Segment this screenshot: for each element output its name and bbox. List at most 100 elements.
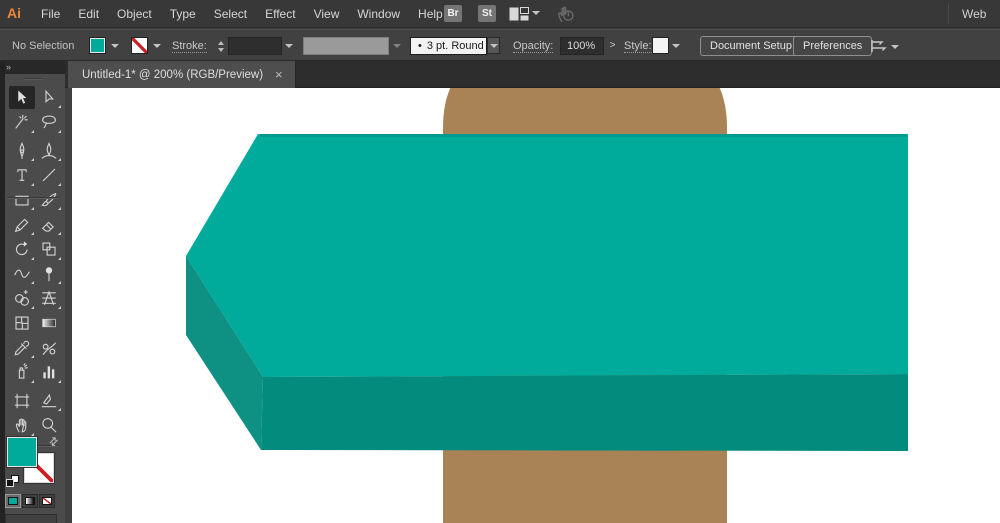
menu-object[interactable]: Object <box>108 0 161 28</box>
mesh-icon <box>15 316 29 330</box>
document-tab[interactable]: Untitled-1* @ 200% (RGB/Preview) × <box>68 61 296 88</box>
lasso-tool[interactable] <box>36 111 62 134</box>
artboard-tool[interactable] <box>9 389 35 412</box>
tools-panel-grip[interactable] <box>24 78 42 80</box>
tools-panel-header[interactable]: » <box>0 61 65 74</box>
mesh-tool[interactable] <box>9 311 35 334</box>
brush-definition-field <box>303 37 389 55</box>
variable-width-profile-chevron[interactable] <box>487 37 500 54</box>
selection-tool[interactable] <box>9 86 35 109</box>
flyout-indicator <box>31 182 34 186</box>
color-mode-button[interactable] <box>5 494 21 508</box>
puppet-warp-tool[interactable] <box>36 262 62 285</box>
fill-color-swatch[interactable] <box>89 37 106 54</box>
rotate-tool[interactable] <box>9 238 35 261</box>
tab-bar: Untitled-1* @ 200% (RGB/Preview) × <box>65 61 1000 88</box>
hand-tool[interactable] <box>9 414 35 437</box>
flyout-indicator <box>31 379 34 383</box>
magic-wand-tool[interactable] <box>9 111 35 134</box>
menu-edit[interactable]: Edit <box>69 0 108 28</box>
flyout-indicator <box>58 379 61 383</box>
rectangle-tool[interactable] <box>9 188 35 211</box>
paintbrush-tool[interactable] <box>36 188 62 211</box>
document-setup-button[interactable]: Document Setup <box>700 36 802 56</box>
menu-effect[interactable]: Effect <box>256 0 304 28</box>
brushes-panel-button[interactable]: Br <box>444 5 462 22</box>
fill-color-chevron[interactable] <box>108 37 121 54</box>
draw-modes-strip[interactable] <box>5 514 57 523</box>
menu-window[interactable]: Window <box>348 0 409 28</box>
curvature-icon <box>41 141 57 159</box>
column-graph-tool[interactable] <box>36 361 62 384</box>
menu-view[interactable]: View <box>305 0 349 28</box>
gradient-icon <box>42 318 56 328</box>
default-fill-stroke-icon[interactable] <box>6 479 14 487</box>
workspace-switcher[interactable]: Web <box>962 7 986 21</box>
collapse-panel-icon[interactable]: » <box>6 62 11 72</box>
touch-workspace-icon[interactable] <box>554 4 576 24</box>
style-chevron[interactable] <box>669 37 682 54</box>
preferences-button[interactable]: Preferences <box>793 36 873 56</box>
graphic-styles-panel-button[interactable]: St <box>478 5 496 22</box>
menu-file[interactable]: File <box>32 0 69 28</box>
width-tool[interactable] <box>9 262 35 285</box>
align-chevron[interactable] <box>891 45 899 49</box>
type-tool[interactable] <box>9 164 35 187</box>
pencil-tool[interactable] <box>9 213 35 236</box>
curvature-tool[interactable] <box>36 139 62 162</box>
menu-type[interactable]: Type <box>161 0 205 28</box>
zoom-icon <box>42 418 57 433</box>
stroke-weight-stepper[interactable] <box>215 37 226 55</box>
style-label[interactable]: Style: <box>624 40 652 53</box>
zoom-tool[interactable] <box>36 414 62 437</box>
gradient-mode-swatch <box>25 497 35 505</box>
eyedropper-tool[interactable] <box>9 336 35 359</box>
stroke-color-swatch[interactable] <box>131 37 148 54</box>
direct-selection-tool[interactable] <box>36 86 62 109</box>
gradient-mode-button[interactable] <box>22 494 38 508</box>
blend-icon <box>42 342 56 355</box>
eraser-tool[interactable] <box>36 213 62 236</box>
fill-indicator[interactable] <box>7 437 37 467</box>
selection-icon <box>18 90 27 104</box>
flyout-indicator <box>58 207 61 211</box>
opacity-field[interactable]: 100% <box>560 37 604 55</box>
menu-bar: Ai File Edit Object Type Select Effect View Win… <box>0 0 1000 28</box>
stroke-weight-chevron[interactable] <box>282 37 295 54</box>
slice-tool[interactable] <box>36 389 62 412</box>
line-segment-tool[interactable] <box>36 164 62 187</box>
variable-width-profile-field[interactable]: • 3 pt. Round <box>410 37 487 55</box>
color-mode-swatch <box>8 497 18 505</box>
document-canvas[interactable] <box>65 88 1000 523</box>
gradient-tool[interactable] <box>36 311 62 334</box>
tool-group-divider <box>7 197 59 199</box>
tab-close-icon[interactable]: × <box>275 68 283 81</box>
stroke-label[interactable]: Stroke: <box>172 40 207 53</box>
style-swatch[interactable] <box>652 37 669 54</box>
flyout-indicator <box>31 129 34 133</box>
blend-tool[interactable] <box>36 336 62 359</box>
pen-tool[interactable] <box>9 139 35 162</box>
stroke-color-chevron[interactable] <box>150 37 163 54</box>
opacity-expand-button[interactable]: > <box>606 37 619 55</box>
width-icon <box>14 269 30 278</box>
symbol-sprayer-tool[interactable] <box>9 361 35 384</box>
tools-panel: » ⇄ <box>0 61 65 523</box>
align-icon[interactable] <box>870 39 887 53</box>
opacity-label[interactable]: Opacity: <box>513 40 554 53</box>
banner-front-face[interactable] <box>261 374 908 451</box>
perspective-grid-tool[interactable] <box>36 287 62 310</box>
stroke-weight-field[interactable] <box>228 37 282 55</box>
shape-builder-tool[interactable] <box>9 287 35 310</box>
artwork[interactable] <box>65 88 1000 523</box>
slice-icon <box>41 393 57 407</box>
line-icon <box>42 169 56 182</box>
flyout-indicator <box>31 281 34 285</box>
none-mode-button[interactable] <box>39 494 55 508</box>
scale-tool[interactable] <box>36 238 62 261</box>
control-bar: No Selection Stroke: • 3 pt. Round Opaci… <box>0 29 1000 61</box>
arrange-documents-icon[interactable] <box>509 7 529 21</box>
menu-select[interactable]: Select <box>205 0 256 28</box>
banner-top-face[interactable] <box>186 134 908 377</box>
arrange-documents-chevron[interactable] <box>532 11 540 15</box>
